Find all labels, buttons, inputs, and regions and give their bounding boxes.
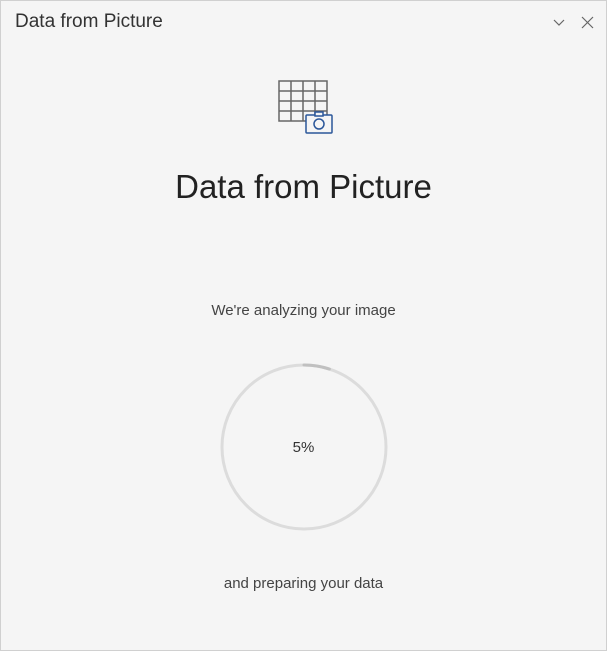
grid-camera-icon — [273, 79, 335, 140]
close-button[interactable] — [580, 15, 594, 29]
data-from-picture-pane: Data from Picture — [0, 0, 607, 651]
progress-percent-label: 5% — [293, 439, 315, 456]
chevron-down-icon — [552, 15, 566, 29]
close-icon — [581, 16, 594, 29]
progress-ring: 5% — [216, 359, 392, 535]
pane-title: Data from Picture — [15, 11, 163, 33]
content-area: Data from Picture We're analyzing your i… — [1, 39, 606, 650]
header-controls — [552, 15, 594, 29]
page-heading: Data from Picture — [175, 168, 432, 206]
collapse-button[interactable] — [552, 15, 566, 29]
status-line-2: and preparing your data — [224, 575, 383, 592]
pane-header: Data from Picture — [1, 1, 606, 39]
status-line-1: We're analyzing your image — [211, 302, 395, 319]
